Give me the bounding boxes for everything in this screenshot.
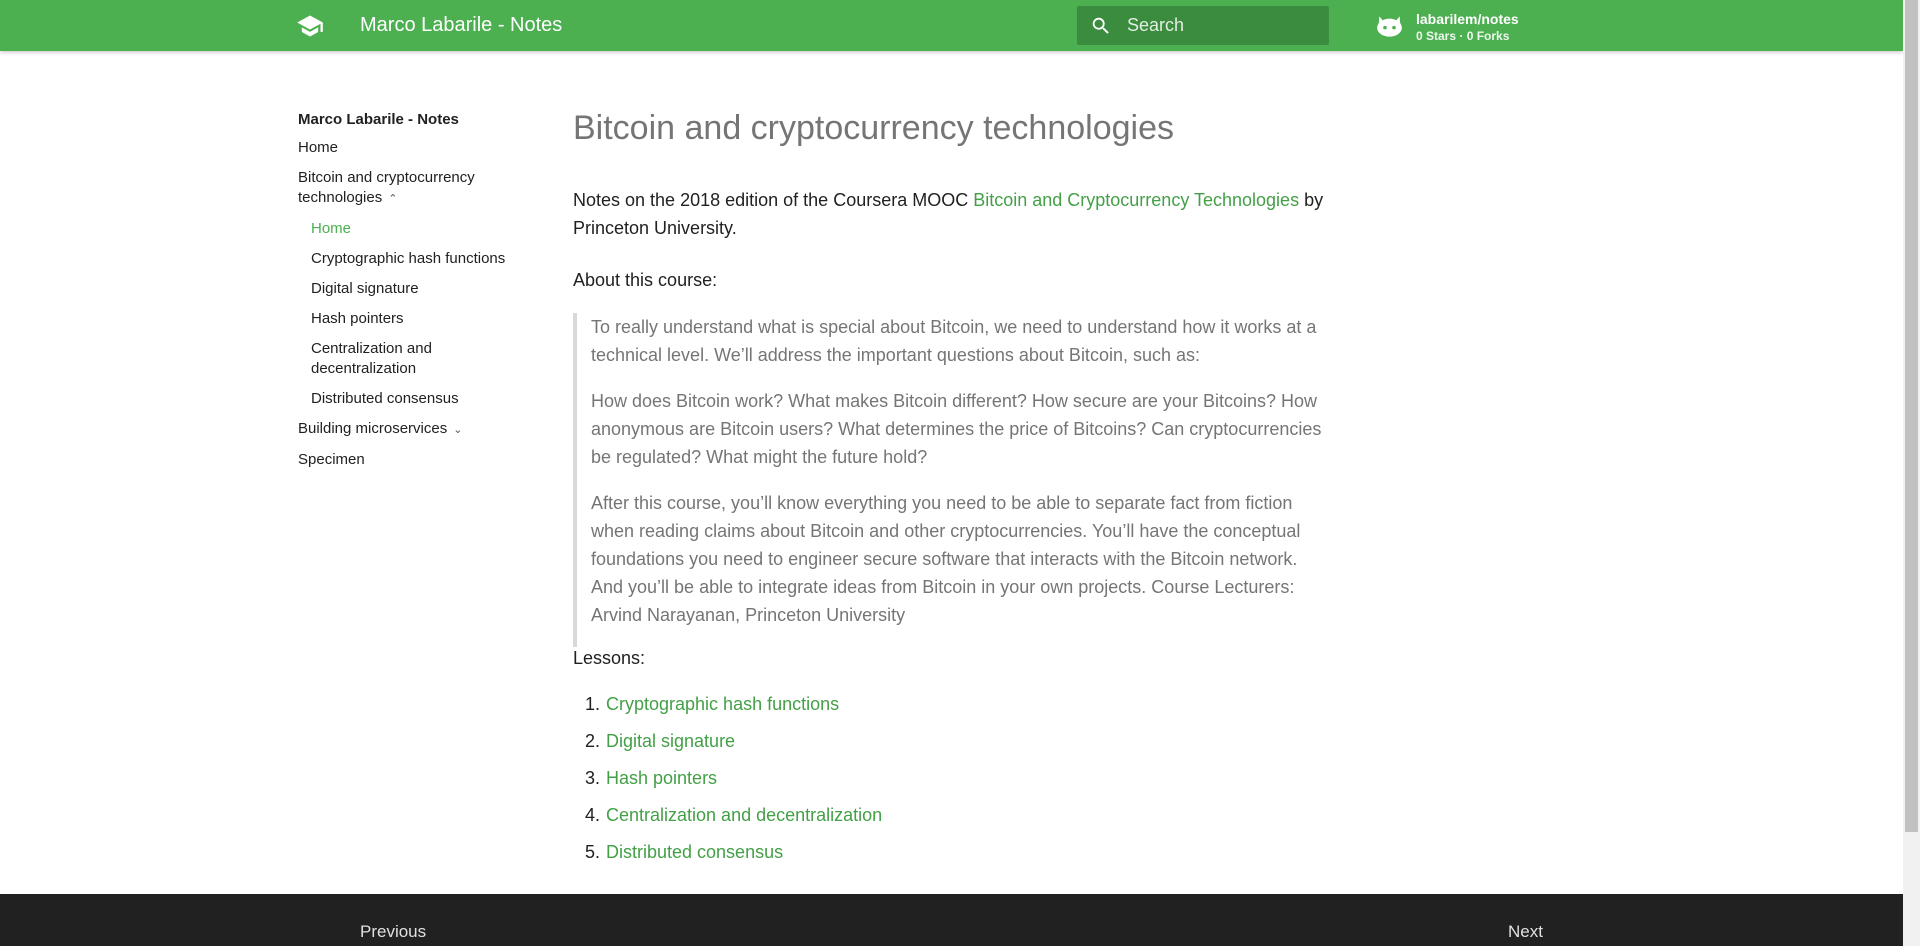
site-title[interactable]: Marco Labarile - Notes: [360, 13, 562, 37]
github-octocat-icon: [1376, 13, 1403, 40]
main-content: Bitcoin and cryptocurrency technologies …: [573, 100, 1333, 862]
list-number: 2.: [584, 731, 600, 751]
sidebar-item-label: Home: [311, 220, 352, 237]
scrollbar-thumb[interactable]: [1905, 0, 1918, 832]
sidebar-subitem-distributed-consensus[interactable]: Distributed consensus: [298, 389, 538, 409]
sidebar-subitem-hash-functions[interactable]: Cryptographic hash functions: [298, 249, 538, 269]
sidebar-subitem-hash-pointers[interactable]: Hash pointers: [298, 309, 538, 329]
quote-paragraph: To really understand what is special abo…: [591, 317, 1317, 365]
list-item: 2. Digital signature: [573, 727, 882, 764]
lesson-link-distributed-consensus[interactable]: Distributed consensus: [606, 842, 783, 862]
sidebar-subitem-home[interactable]: Home: [298, 219, 538, 239]
repo-stats: 0 Stars · 0 Forks: [1416, 29, 1510, 43]
lesson-link-digital-signature[interactable]: Digital signature: [606, 731, 735, 751]
search-icon: [1090, 15, 1112, 37]
sidebar-subitem-centralization[interactable]: Centralization and decentralization: [298, 339, 538, 379]
sidebar-item-label: Cryptographic hash functions: [311, 250, 506, 267]
graduation-cap-icon[interactable]: [296, 12, 324, 40]
about-label: About this course:: [573, 270, 718, 290]
sidebar-item-label: Distributed consensus: [311, 390, 459, 407]
list-item: 5. Distributed consensus: [573, 838, 882, 875]
sidebar-item-home[interactable]: Home: [298, 138, 538, 158]
search-input[interactable]: [1125, 6, 1325, 45]
lessons-list: 1. Cryptographic hash functions 2. Digital…: [573, 690, 882, 875]
scrollbar[interactable]: [1903, 0, 1920, 946]
intro-paragraph: Notes on the 2018 edition of the Courser…: [573, 186, 1333, 242]
list-number: 5.: [584, 842, 600, 862]
intro-text: Notes on the 2018 edition of the Courser…: [573, 190, 974, 210]
previous-link[interactable]: Previous: [360, 922, 426, 942]
sidebar-title: Marco Labarile - Notes: [298, 111, 459, 128]
sidebar-item-label: Centralization and decentralization: [311, 340, 432, 377]
sidebar-item-label: Building microservices: [298, 420, 448, 437]
sidebar-item-label: Digital signature: [311, 280, 419, 297]
footer-nav: Previous Next: [0, 894, 1903, 946]
lesson-link-centralization[interactable]: Centralization and decentralization: [606, 805, 882, 825]
repo-name: labarilem/notes: [1416, 11, 1519, 27]
sidebar-item-label: Home: [298, 139, 339, 156]
search-box[interactable]: [1077, 6, 1329, 45]
list-item: 3. Hash pointers: [573, 764, 882, 801]
list-number: 1.: [584, 694, 600, 714]
list-number: 4.: [584, 805, 600, 825]
sidebar-item-label: Bitcoin and cryptocurrency technologies: [298, 169, 475, 206]
repo-link[interactable]: labarilem/notes 0 Stars · 0 Forks: [1376, 10, 1556, 44]
chevron-up-icon: ⌃: [388, 193, 398, 205]
sidebar-subitem-digital-signature[interactable]: Digital signature: [298, 279, 538, 299]
lessons-label: Lessons:: [573, 648, 646, 668]
top-header: Marco Labarile - Notes labarilem/notes 0…: [0, 0, 1903, 51]
list-number: 3.: [584, 768, 600, 788]
quote-paragraph: How does Bitcoin work? What makes Bitcoi…: [591, 391, 1322, 467]
sidebar-item-bitcoin[interactable]: Bitcoin and cryptocurrency technologies ⌃: [298, 168, 538, 209]
sidebar-nav: Marco Labarile - Notes Home Bitcoin and …: [298, 108, 538, 480]
quote-paragraph: After this course, you’ll know everythin…: [591, 493, 1301, 625]
list-item: 1. Cryptographic hash functions: [573, 690, 882, 727]
list-item: 4. Centralization and decentralization: [573, 801, 882, 838]
sidebar-item-label: Hash pointers: [311, 310, 404, 327]
course-description-quote: To really understand what is special abo…: [573, 313, 1333, 647]
page-title: Bitcoin and cryptocurrency technologies: [573, 109, 1174, 147]
sidebar-item-label: Specimen: [298, 451, 365, 468]
course-link[interactable]: Bitcoin and Cryptocurrency Technologies: [973, 190, 1299, 210]
lesson-link-hash-functions[interactable]: Cryptographic hash functions: [606, 694, 839, 714]
sidebar-item-specimen[interactable]: Specimen: [298, 450, 538, 470]
next-link[interactable]: Next: [1508, 922, 1543, 942]
chevron-down-icon: ⌄: [453, 424, 463, 436]
sidebar-item-microservices[interactable]: Building microservices ⌄: [298, 419, 538, 440]
lesson-link-hash-pointers[interactable]: Hash pointers: [606, 768, 717, 788]
